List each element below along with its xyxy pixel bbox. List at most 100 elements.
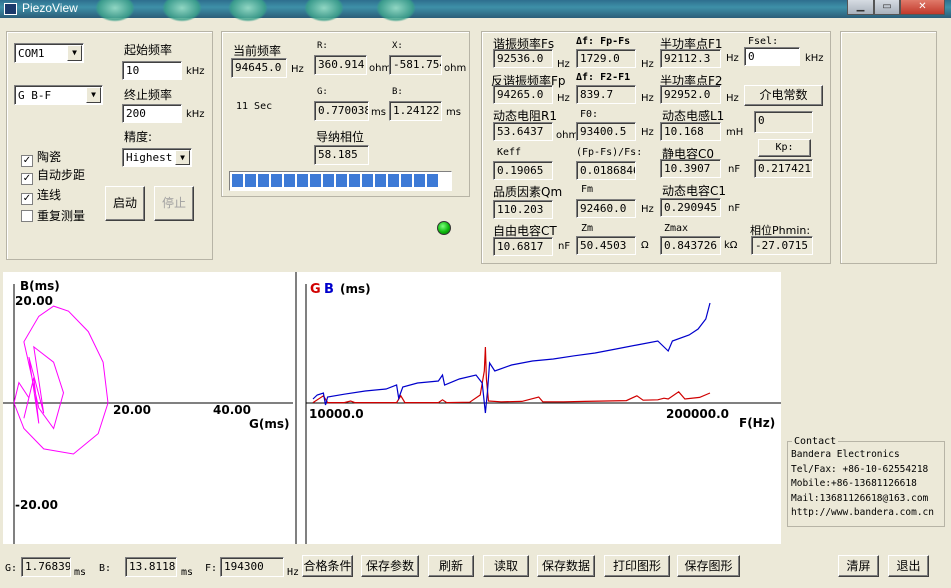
- current-freq-value: 94645.0: [231, 58, 287, 78]
- ct-unit: nF: [558, 241, 571, 252]
- zm-unit: Ω: [641, 240, 649, 251]
- save-graph-button[interactable]: 保存图形: [677, 555, 740, 577]
- blank-panel: [840, 31, 937, 264]
- fs-value: 92536.0: [493, 49, 553, 68]
- precision-select[interactable]: Highest ▼: [122, 148, 192, 167]
- end-freq-input[interactable]: 200: [122, 104, 182, 123]
- titlebar-decoration: [228, 0, 268, 22]
- stop-button[interactable]: 停止: [154, 186, 194, 221]
- mode-select[interactable]: G B-F ▼: [14, 85, 103, 105]
- checkbox-ceramic[interactable]: ✓ 陶瓷: [21, 148, 61, 167]
- checkbox-box[interactable]: [21, 210, 33, 222]
- footer-b-value: 13.8118: [125, 557, 177, 577]
- zmax-value: 0.843726: [660, 236, 721, 255]
- start-freq-label: 起始频率: [124, 43, 173, 57]
- zm-value: 50.4503: [576, 236, 636, 255]
- start-button[interactable]: 启动: [105, 186, 145, 221]
- f1-unit: Hz: [726, 53, 739, 64]
- keff-label: Keff: [497, 147, 522, 158]
- chevron-down-icon[interactable]: ▼: [175, 150, 190, 165]
- checkbox-label: 陶瓷: [37, 150, 62, 164]
- g-series-line: [312, 346, 711, 404]
- print-graph-button[interactable]: 打印图形: [604, 555, 670, 577]
- b-unit: ms: [446, 107, 461, 118]
- kp-button[interactable]: Kp:: [758, 139, 811, 157]
- qm-value: 110.203: [493, 200, 553, 219]
- gb-series-line: [13, 305, 109, 455]
- contact-box: Contact Bandera Electronics Tel/Fax: +86…: [787, 435, 945, 527]
- c0-unit: nF: [728, 164, 741, 175]
- r-unit: ohm: [369, 63, 392, 74]
- progress-segment: [232, 174, 243, 187]
- checkbox-box[interactable]: ✓: [21, 193, 33, 205]
- fp-unit: Hz: [557, 93, 570, 104]
- chevron-down-icon[interactable]: ▼: [86, 87, 101, 103]
- ct-value: 10.6817: [493, 237, 553, 256]
- dielectric-value: 0: [754, 111, 813, 133]
- plots-svg[interactable]: B(ms) 20.00 -20.00 20.00 40.00 G(ms) G B…: [3, 272, 781, 544]
- clear-screen-button[interactable]: 清屏: [838, 555, 879, 577]
- df-fpfs-unit: Hz: [641, 59, 654, 70]
- x-label: X:: [392, 41, 403, 51]
- exit-button[interactable]: 退出: [888, 555, 929, 577]
- chevron-down-icon[interactable]: ▼: [67, 45, 82, 61]
- maximize-button[interactable]: ▭: [874, 0, 900, 15]
- b-value: 1.24122: [389, 101, 442, 121]
- gb-ytick-top: 20.00: [15, 294, 53, 308]
- keff-value: 0.19065: [493, 161, 553, 180]
- g-label: G:: [317, 87, 328, 97]
- checkbox-repeat-measure[interactable]: 重复测量: [21, 207, 85, 224]
- end-freq-label: 终止频率: [124, 88, 173, 102]
- port-select[interactable]: COM1 ▼: [14, 43, 84, 63]
- checkbox-auto-step[interactable]: ✓ 自动步距: [21, 166, 85, 185]
- plot-area[interactable]: B(ms) 20.00 -20.00 20.00 40.00 G(ms) G B…: [3, 272, 781, 544]
- close-button[interactable]: ✕: [900, 0, 945, 15]
- checkbox-label: 自动步距: [37, 168, 86, 182]
- progress-segment: [310, 174, 321, 187]
- progress-segment: [427, 174, 438, 187]
- zmax-label: Zmax: [664, 223, 689, 234]
- progress-segment: [362, 174, 373, 187]
- precision-value: Highest: [126, 151, 173, 164]
- progress-segment: [336, 174, 347, 187]
- footer-f-value: 194300: [220, 557, 284, 577]
- current-freq-label: 当前频率: [233, 44, 282, 58]
- pass-criteria-button[interactable]: 合格条件: [302, 555, 353, 577]
- footer-g-unit: ms: [74, 567, 87, 578]
- f2-unit: Hz: [726, 93, 739, 104]
- save-params-button[interactable]: 保存参数: [361, 555, 419, 577]
- dielectric-constant-button[interactable]: 介电常数: [744, 85, 823, 106]
- titlebar-decoration: [162, 0, 202, 22]
- fsel-input[interactable]: 0: [744, 47, 800, 66]
- read-button[interactable]: 读取: [483, 555, 529, 577]
- freq-xtick-1: 10000.0: [309, 407, 364, 421]
- r-value: 360.914: [314, 55, 367, 75]
- mode-value: G B-F: [18, 89, 52, 102]
- progress-fill: [232, 174, 449, 188]
- gb-ylabel: B(ms): [20, 279, 60, 293]
- gb-xtick-1: 20.00: [113, 403, 151, 417]
- checkbox-connect-line[interactable]: ✓ 连线: [21, 186, 61, 205]
- start-freq-input[interactable]: 10: [122, 61, 182, 80]
- r-label: R:: [317, 41, 328, 51]
- refresh-button[interactable]: 刷新: [428, 555, 474, 577]
- progress-segment: [401, 174, 412, 187]
- start-freq-unit: kHz: [186, 66, 205, 77]
- footer-b-label: B:: [99, 563, 112, 574]
- checkbox-label: 重复测量: [37, 209, 86, 223]
- kp-value: 0.217421: [754, 159, 813, 178]
- b-series-line: [312, 302, 711, 414]
- save-data-button[interactable]: 保存数据: [537, 555, 595, 577]
- minimize-button[interactable]: ▁: [847, 0, 874, 15]
- legend-g: G: [310, 282, 321, 297]
- freq-xlabel: F(Hz): [739, 416, 775, 430]
- contact-line: Mobile:+86-13681126618: [791, 478, 917, 489]
- elapsed-time: 11 Sec: [236, 101, 273, 112]
- progress-segment: [349, 174, 360, 187]
- footer-f-label: F:: [205, 563, 218, 574]
- title-bar: PiezoView ▁ ▭ ✕: [0, 0, 951, 22]
- phmin-value: -27.0715: [751, 236, 813, 255]
- x-unit: ohm: [444, 63, 467, 74]
- fpfs-ratio-value: 0.0186846: [576, 161, 636, 180]
- checkbox-box[interactable]: ✓: [21, 173, 33, 185]
